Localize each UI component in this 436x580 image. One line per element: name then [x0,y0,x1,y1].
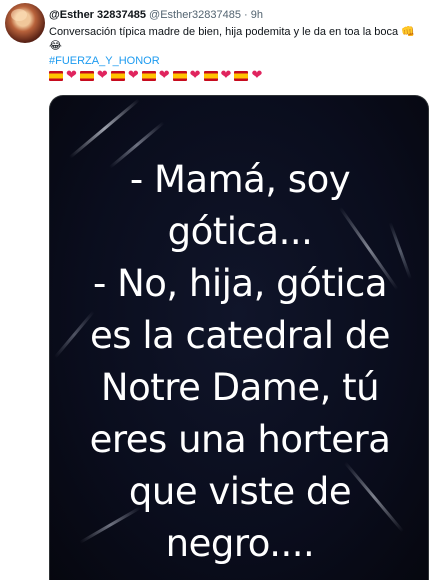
meme-line: - No, hija, gótica [92,262,388,305]
tweet-body: Conversación típica madre de bien, hija … [49,26,399,38]
meme-line: gótica... [167,210,313,253]
avatar[interactable] [5,3,45,43]
meme-text: - Mamá, soy gótica... - No, hija, gótica… [50,154,428,570]
spain-flag-icon [141,71,156,81]
fist-emoji: 👊 [401,25,415,38]
tweet-text: Conversación típica madre de bien, hija … [49,25,429,53]
spain-flag-icon [79,71,94,81]
heart-icon: ❤ [189,68,201,83]
separator-dot: · [244,9,248,21]
spain-flag-icon [234,71,249,81]
meme-line: Notre Dame, tú [100,366,380,409]
meme-line: que viste de [128,470,352,513]
meme-line: es la catedral de [90,314,390,357]
spain-flag-icon [203,71,218,81]
tweet-header: @Esther 32837485 @Esther32837485 · 9h [49,9,263,22]
heart-icon: ❤ [251,68,263,83]
author-name[interactable]: @Esther 32837485 [49,9,146,21]
heart-icon: ❤ [66,68,77,83]
emoji-row: ❤ ❤ ❤ ❤ ❤ ❤ ❤ [49,69,262,83]
tweet-timestamp[interactable]: 9h [251,9,263,21]
spain-flag-icon [172,71,187,81]
meme-line: negro.... [165,522,315,565]
heart-icon: ❤ [127,68,139,83]
heart-icon: ❤ [220,68,232,83]
spain-flag-icon [49,71,63,81]
heart-icon: ❤ [158,68,170,83]
meme-line: eres una hortera [89,418,391,461]
heart-icon: ❤ [96,68,108,83]
tweet-image[interactable]: - Mamá, soy gótica... - No, hija, gótica… [49,95,429,580]
laughing-emoji: 😂 [49,39,62,52]
spain-flag-icon [110,71,125,81]
tweet[interactable]: @Esther 32837485 @Esther32837485 · 9h Co… [0,0,436,580]
author-handle[interactable]: @Esther32837485 [149,9,241,21]
meme-line: - Mamá, soy [129,158,351,201]
hashtag-link[interactable]: #FUERZA_Y_HONOR [49,55,160,68]
